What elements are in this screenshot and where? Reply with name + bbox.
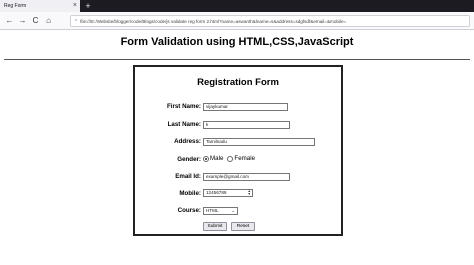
gender-label: Gender: (177, 156, 201, 163)
mobile-value: 12456789 (206, 190, 227, 195)
browser-tab[interactable]: Reg Form × (0, 0, 80, 12)
address-input[interactable]: Tamilnadu (203, 138, 315, 146)
tab-title: Reg Form (4, 3, 27, 9)
navigation-bar: ← → C ⌂ ▫ file:///E:/Website/blogger/cod… (0, 12, 474, 30)
stepper-arrows-icon[interactable]: ▲ ▼ (248, 190, 251, 196)
form-heading: Registration Form (197, 77, 279, 88)
first-name-label: First Name: (166, 103, 201, 110)
new-tab-button[interactable]: + (83, 0, 93, 12)
tab-bar: Reg Form × + (0, 0, 474, 12)
course-selected-value: HTML (206, 208, 219, 213)
first-name-input[interactable]: vijaykumar (203, 103, 288, 111)
email-input[interactable]: example@gmail.com (203, 173, 290, 181)
mobile-stepper[interactable]: 12456789 ▲ ▼ (203, 189, 253, 197)
last-name-input[interactable]: k (203, 121, 290, 129)
url-text: file:///E:/Website/blogger/code/Blogs/co… (80, 18, 347, 24)
gender-female-label: Female (234, 155, 256, 162)
last-name-label: Last Name: (167, 121, 201, 128)
submit-button[interactable]: Submit (203, 222, 227, 231)
divider (4, 59, 470, 60)
chevron-down-icon: ⌄ (231, 208, 235, 213)
mobile-label: Mobile: (179, 190, 201, 197)
back-icon[interactable]: ← (4, 15, 15, 27)
page-title: Form Validation using HTML,CSS,JavaScrip… (120, 36, 354, 48)
gender-female-radio[interactable] (227, 155, 234, 162)
gender-male-radio[interactable] (203, 155, 209, 162)
course-select[interactable]: HTML ⌄ (203, 207, 238, 215)
address-bar[interactable]: ▫ file:///E:/Website/blogger/code/Blogs/… (70, 15, 470, 27)
file-icon: ▫ (75, 18, 78, 24)
forward-icon[interactable]: → (17, 15, 28, 27)
home-icon[interactable]: ⌂ (43, 15, 54, 27)
registration-form: Registration Form First Name: vijaykumar… (133, 65, 343, 236)
course-label: Course: (177, 207, 201, 214)
close-tab-icon[interactable]: × (73, 1, 77, 11)
reload-icon[interactable]: C (30, 15, 41, 27)
email-label: Email Id: (175, 173, 201, 180)
gender-radio-group: Male Female (203, 155, 258, 162)
address-label: Address: (174, 138, 201, 145)
gender-male-label: Male (210, 155, 224, 162)
reset-button[interactable]: Reset (231, 222, 255, 231)
